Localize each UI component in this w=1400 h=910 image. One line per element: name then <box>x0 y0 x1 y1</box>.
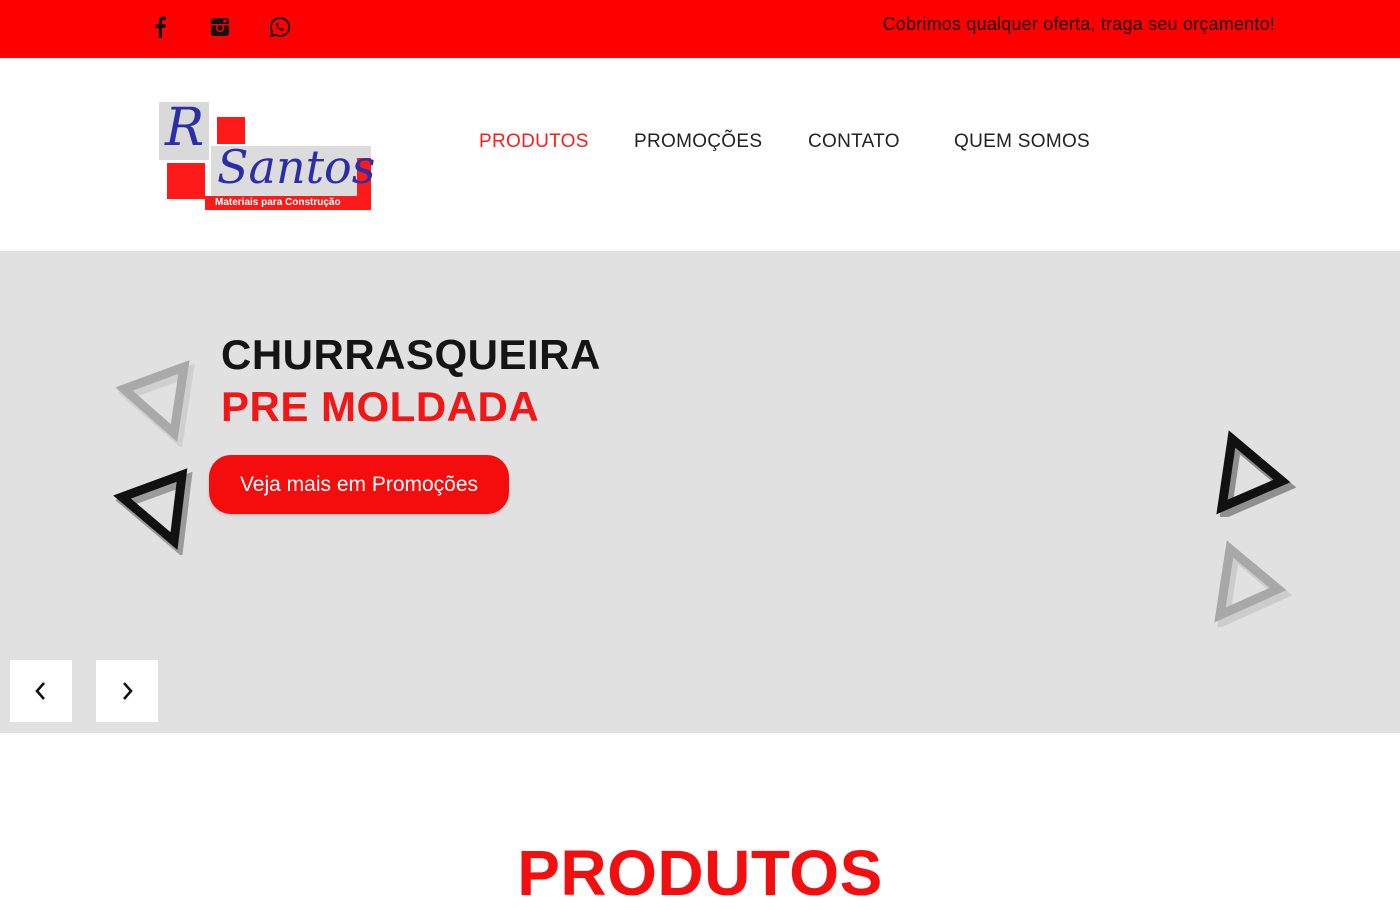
nav-contato[interactable]: CONTATO <box>808 131 900 153</box>
hero-title-line1: CHURRASQUEIRA <box>221 331 601 378</box>
instagram-icon[interactable] <box>207 14 233 40</box>
top-bar: Cobrimos qualquer oferta, traga seu orça… <box>0 0 1400 58</box>
logo-letter: R <box>165 98 205 158</box>
section-title: PRODUTOS <box>517 837 883 909</box>
nav-quem-somos[interactable]: QUEM SOMOS <box>954 131 1090 153</box>
triangle-decoration-icon <box>1216 430 1297 517</box>
slider-prev-button[interactable] <box>10 660 72 722</box>
promotions-button[interactable]: Veja mais em Promoções <box>209 455 509 514</box>
chevron-left-icon <box>35 682 45 700</box>
slider-next-button[interactable] <box>96 660 158 722</box>
nav-produtos[interactable]: PRODUTOS <box>479 131 589 153</box>
triangle-decoration-icon <box>115 360 195 447</box>
facebook-icon[interactable] <box>147 14 173 40</box>
chevron-right-icon <box>123 682 133 700</box>
logo-name: Santos <box>217 140 376 194</box>
hero-title-line2: PRE MOLDADA <box>221 383 540 430</box>
logo-subtitle: Materiais para Construção <box>215 197 341 208</box>
logo[interactable]: R Santos Materiais para Construção <box>157 98 376 212</box>
tagline: Cobrimos qualquer oferta, traga seu orça… <box>882 14 1275 34</box>
triangle-decoration-icon <box>1214 540 1293 627</box>
whatsapp-icon[interactable] <box>267 14 293 40</box>
hero-slider: CHURRASQUEIRA PRE MOLDADA Veja mais em P… <box>0 251 1400 733</box>
triangle-decoration-icon <box>113 468 193 555</box>
nav-promocoes[interactable]: PROMOÇÕES <box>634 131 762 153</box>
